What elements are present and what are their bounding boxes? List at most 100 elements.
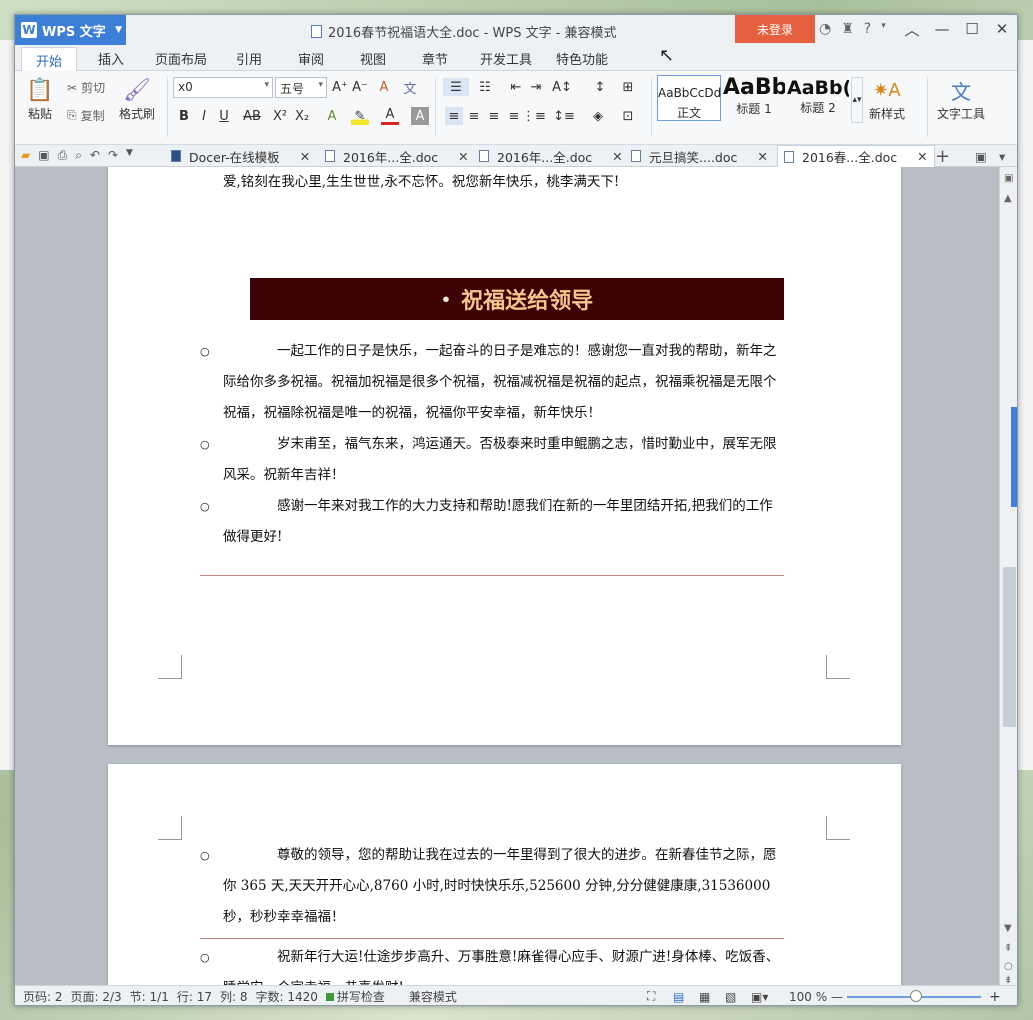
underline-icon[interactable]: U [215,107,233,125]
open-icon[interactable]: ▰ [21,148,30,163]
collapse-ribbon-icon[interactable]: ︿ [897,15,927,43]
paste-button[interactable]: 📋 粘贴 [25,75,55,122]
tab-review[interactable]: 审阅 [298,49,324,68]
print-icon[interactable]: ⎙ [58,148,68,163]
tab-list-icon[interactable]: ▣ [975,145,987,167]
scrollbar-thumb[interactable] [1003,567,1016,727]
distribute-icon[interactable]: ⋮≡ [522,107,546,125]
format-painter-button[interactable]: 🖌 格式刷 [119,75,155,122]
font-name-select[interactable]: x0 [173,77,273,98]
maximize-icon[interactable]: ☐ [957,15,987,43]
page-view-icon[interactable]: ▤ [673,990,684,1004]
grow-font-icon[interactable]: A⁺ [331,78,349,96]
numbered-list-icon[interactable]: ☷ [473,78,497,96]
close-icon[interactable]: ✕ [300,149,310,164]
doc-tab-2[interactable]: 2016年...全.doc ✕ [325,145,469,167]
zoom-in-icon[interactable]: + [989,989,1001,1005]
close-icon[interactable]: ✕ [987,15,1017,43]
style-heading-1[interactable]: AaBb 标题 1 [723,75,785,121]
borders-icon[interactable]: ⊡ [619,107,637,125]
text-tools-button[interactable]: 文 文字工具 [937,75,985,122]
copy-button[interactable]: ⎘ 复制 [67,107,105,124]
scroll-down-icon[interactable]: ▼ [1004,923,1012,934]
close-icon[interactable]: ✕ [458,149,468,164]
align-center-icon[interactable]: ≡ [465,107,483,125]
doc-tab-3[interactable]: 2016年...全.doc ✕ [479,145,623,167]
cut-button[interactable]: ✂ 剪切 [67,79,105,96]
select-browse-icon[interactable]: ○ [1004,961,1013,972]
tab-insert[interactable]: 插入 [98,49,124,68]
font-color-icon[interactable]: A [381,107,399,125]
preview-icon[interactable]: ⌕ [75,148,82,163]
char-shading-icon[interactable]: A [411,107,429,125]
strikethrough-icon[interactable]: AB [243,107,261,125]
close-icon[interactable]: ✕ [612,149,622,164]
redo-icon[interactable]: ↷ [108,148,118,163]
close-icon[interactable]: ✕ [917,149,927,164]
superscript-icon[interactable]: X² [271,107,289,125]
status-word-count[interactable]: 字数: 1420 [255,988,317,1005]
bold-icon[interactable]: B [175,107,193,125]
justify-icon[interactable]: ≡ [505,107,523,125]
scroll-top-icon[interactable]: ▣ [1004,173,1013,184]
app-menu-button[interactable]: W WPS 文字 ▼ [15,15,126,45]
skin-icon[interactable]: ◔ [819,21,831,37]
shrink-font-icon[interactable]: A⁻ [351,78,369,96]
spellcheck-toggle[interactable]: 拼写检查 [325,988,393,1005]
tab-references[interactable]: 引用 [236,49,262,68]
vertical-scrollbar[interactable]: ▣ ▲ ▼ ⇞ ○ ⇟ [999,167,1017,986]
tab-menu-icon[interactable]: ▾ [999,145,1005,167]
style-heading-2[interactable]: AaBb( 标题 2 [787,75,849,121]
clear-format-icon[interactable]: A [375,78,393,96]
save-icon[interactable]: ▣ [38,148,49,163]
page: 爱,铭刻在我心里,生生世世,永不忘怀。祝您新年快乐，桃李满天下! • 祝福送给领… [108,167,901,745]
align-right-icon[interactable]: ≡ [485,107,503,125]
font-case-icon[interactable]: A↕ [552,78,572,96]
scroll-up-icon[interactable]: ▲ [1004,193,1012,204]
doc-tab-docer[interactable]: Docer-在线模板 ✕ [171,145,310,167]
tab-developer[interactable]: 开发工具 [480,49,532,68]
zoom-out-icon[interactable]: — [831,990,843,1004]
tab-home[interactable]: 开始 [21,47,78,72]
decrease-indent-icon[interactable]: ⇤ [507,78,525,96]
tab-view[interactable]: 视图 [360,49,386,68]
help-icon[interactable]: ? [864,21,871,37]
text-effect-icon[interactable]: A [323,107,341,125]
login-button[interactable]: 未登录 [735,15,815,43]
line-spacing-icon[interactable]: ↕≡ [553,107,575,125]
zoom-level[interactable]: 100 % [789,990,827,1004]
align-left-icon[interactable]: ≡ [445,107,463,125]
zoom-slider-knob[interactable] [910,990,922,1002]
increase-indent-icon[interactable]: ⇥ [527,78,545,96]
chevron-down-icon[interactable]: ▾ [881,21,886,37]
shading-icon[interactable]: ◈ [589,107,607,125]
shirt-icon[interactable]: ♜ [841,21,854,37]
chevron-down-icon[interactable]: ▼ [126,148,133,163]
doc-tab-active[interactable]: 2016春...全.doc ✕ [777,145,935,167]
minimize-icon[interactable]: — [927,15,957,43]
tab-page-layout[interactable]: 页面布局 [155,49,207,68]
sort-icon[interactable]: ↕ [591,78,609,96]
tab-chapter[interactable]: 章节 [422,49,448,68]
subscript-icon[interactable]: X₂ [293,107,311,125]
close-icon[interactable]: ✕ [757,149,767,164]
tab-features[interactable]: 特色功能 [556,49,608,68]
table-border-icon[interactable]: ⊞ [619,78,637,96]
style-gallery-scroll-icon[interactable]: ▴▾ [851,77,863,123]
italic-icon[interactable]: I [195,107,213,125]
web-view-icon[interactable]: ▧ [725,990,736,1004]
pinyin-icon[interactable]: 文 [401,78,419,97]
new-style-button[interactable]: ✷A 新样式 [869,75,905,122]
doc-tab-4[interactable]: 元旦搞笑....doc ✕ [631,145,768,167]
reading-view-icon[interactable]: ▣▾ [751,990,768,1004]
new-tab-button[interactable]: + [935,145,950,167]
undo-icon[interactable]: ↶ [90,148,100,163]
bullet-list-icon[interactable]: ☰ [443,78,469,96]
fullscreen-icon[interactable]: ⛶ [647,989,655,1004]
highlight-icon[interactable]: ✎ [351,107,369,125]
style-normal[interactable]: AaBbCcDd 正文 [657,75,721,121]
side-panel-tab[interactable] [1011,407,1017,507]
font-size-select[interactable]: 五号 [275,77,327,98]
prev-page-icon[interactable]: ⇞ [1004,943,1012,954]
outline-view-icon[interactable]: ▦ [699,990,710,1004]
